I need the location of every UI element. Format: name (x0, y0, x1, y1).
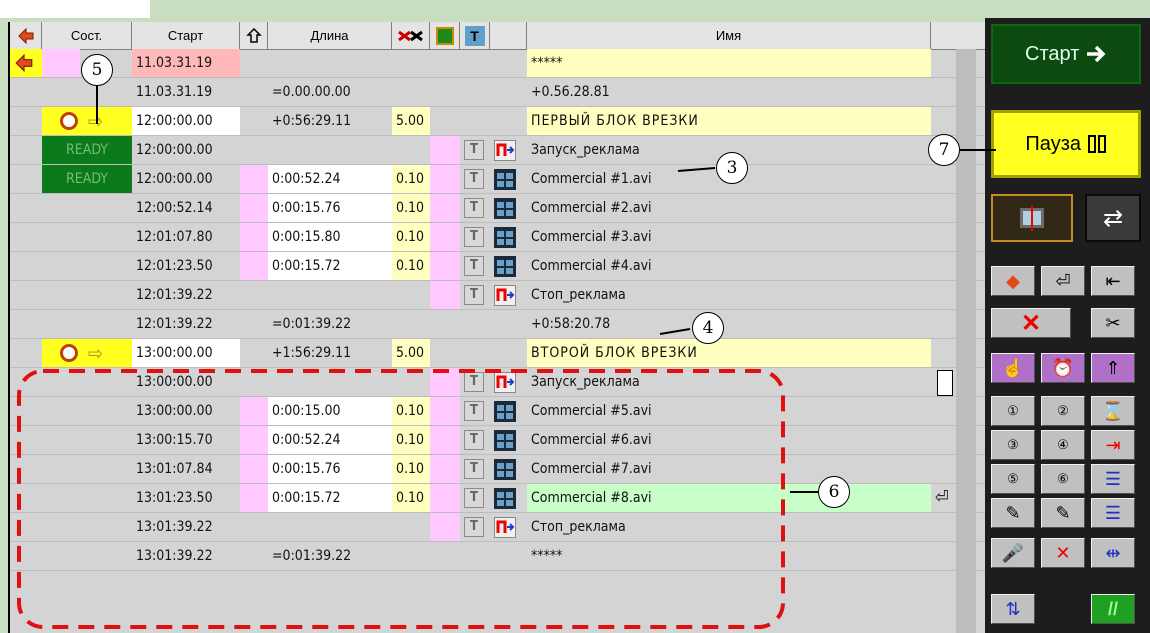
callout-lines (96, 85, 996, 493)
callout-6: 6 (818, 476, 850, 508)
callout-4: 4 (692, 312, 724, 344)
callout-3: 3 (716, 152, 748, 184)
callout-7: 7 (928, 134, 960, 166)
callout-5: 5 (81, 54, 113, 86)
